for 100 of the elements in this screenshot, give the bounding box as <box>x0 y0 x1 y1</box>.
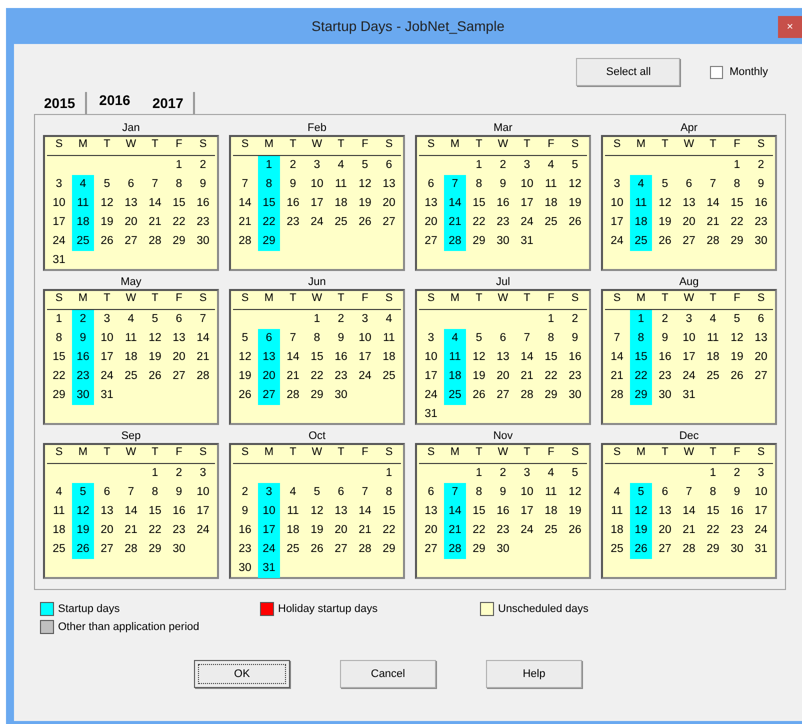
day-cell[interactable]: 2 <box>564 310 586 329</box>
day-cell[interactable]: 5 <box>630 483 652 502</box>
day-cell[interactable]: 11 <box>540 483 562 502</box>
day-cell[interactable]: 21 <box>234 213 256 232</box>
day-cell[interactable]: 9 <box>192 175 214 194</box>
day-cell[interactable]: 30 <box>750 232 772 251</box>
day-cell[interactable]: 15 <box>630 348 652 367</box>
day-cell[interactable]: 26 <box>726 367 748 386</box>
day-cell[interactable]: 3 <box>750 464 772 483</box>
day-cell[interactable]: 9 <box>492 483 514 502</box>
day-cell[interactable]: 27 <box>678 232 700 251</box>
day-cell[interactable]: 16 <box>726 502 748 521</box>
day-cell[interactable]: 9 <box>282 175 304 194</box>
day-cell[interactable]: 9 <box>492 175 514 194</box>
day-cell[interactable]: 26 <box>96 232 118 251</box>
day-cell[interactable]: 26 <box>564 521 586 540</box>
day-cell[interactable]: 31 <box>420 405 442 424</box>
day-cell[interactable]: 28 <box>192 367 214 386</box>
dialog-button[interactable]: OK <box>194 660 290 688</box>
day-cell[interactable]: 28 <box>120 540 142 559</box>
day-cell[interactable]: 29 <box>726 232 748 251</box>
day-cell[interactable]: 3 <box>420 329 442 348</box>
monthly-checkbox[interactable] <box>710 66 724 78</box>
day-cell[interactable]: 14 <box>144 194 166 213</box>
day-cell[interactable]: 15 <box>258 194 280 213</box>
day-cell[interactable]: 21 <box>444 521 466 540</box>
day-cell[interactable]: 15 <box>306 348 328 367</box>
day-cell[interactable]: 26 <box>354 213 376 232</box>
day-cell[interactable]: 15 <box>468 502 490 521</box>
day-cell[interactable]: 4 <box>540 464 562 483</box>
day-cell[interactable]: 8 <box>258 175 280 194</box>
day-cell[interactable]: 2 <box>234 483 256 502</box>
day-cell[interactable]: 8 <box>630 329 652 348</box>
day-cell[interactable]: 15 <box>378 502 400 521</box>
day-cell[interactable]: 26 <box>72 540 94 559</box>
day-cell[interactable]: 1 <box>48 310 70 329</box>
day-cell[interactable]: 9 <box>234 502 256 521</box>
day-cell[interactable]: 16 <box>492 502 514 521</box>
day-cell[interactable]: 2 <box>750 156 772 175</box>
day-cell[interactable]: 14 <box>606 348 628 367</box>
day-cell[interactable]: 14 <box>234 194 256 213</box>
day-cell[interactable]: 14 <box>444 502 466 521</box>
day-cell[interactable]: 27 <box>654 540 676 559</box>
day-cell[interactable]: 29 <box>702 540 724 559</box>
day-cell[interactable]: 3 <box>516 156 538 175</box>
day-cell[interactable]: 24 <box>354 367 376 386</box>
day-cell[interactable]: 4 <box>378 310 400 329</box>
day-cell[interactable]: 26 <box>654 232 676 251</box>
day-cell[interactable]: 5 <box>468 329 490 348</box>
day-cell[interactable]: 24 <box>48 232 70 251</box>
day-cell[interactable]: 22 <box>48 367 70 386</box>
day-cell[interactable]: 2 <box>168 464 190 483</box>
day-cell[interactable]: 10 <box>48 194 70 213</box>
day-cell[interactable]: 3 <box>354 310 376 329</box>
day-cell[interactable]: 22 <box>468 213 490 232</box>
day-cell[interactable]: 7 <box>234 175 256 194</box>
day-cell[interactable]: 5 <box>96 175 118 194</box>
day-cell[interactable]: 8 <box>144 483 166 502</box>
day-cell[interactable]: 9 <box>72 329 94 348</box>
day-cell[interactable]: 13 <box>258 348 280 367</box>
day-cell[interactable]: 8 <box>726 175 748 194</box>
day-cell[interactable]: 29 <box>258 232 280 251</box>
day-cell[interactable]: 27 <box>378 213 400 232</box>
day-cell[interactable]: 9 <box>654 329 676 348</box>
day-cell[interactable]: 20 <box>492 367 514 386</box>
day-cell[interactable]: 26 <box>564 213 586 232</box>
day-cell[interactable]: 20 <box>330 521 352 540</box>
day-cell[interactable]: 17 <box>354 348 376 367</box>
day-cell[interactable]: 4 <box>444 329 466 348</box>
day-cell[interactable]: 29 <box>168 232 190 251</box>
day-cell[interactable]: 4 <box>630 175 652 194</box>
day-cell[interactable]: 6 <box>420 175 442 194</box>
day-cell[interactable]: 17 <box>420 367 442 386</box>
day-cell[interactable]: 22 <box>378 521 400 540</box>
day-cell[interactable]: 24 <box>750 521 772 540</box>
day-cell[interactable]: 26 <box>306 540 328 559</box>
day-cell[interactable]: 3 <box>48 175 70 194</box>
day-cell[interactable]: 19 <box>234 367 256 386</box>
day-cell[interactable]: 11 <box>630 194 652 213</box>
day-cell[interactable]: 19 <box>726 348 748 367</box>
day-cell[interactable]: 7 <box>678 483 700 502</box>
day-cell[interactable]: 8 <box>48 329 70 348</box>
day-cell[interactable]: 13 <box>750 329 772 348</box>
day-cell[interactable]: 6 <box>330 483 352 502</box>
day-cell[interactable]: 5 <box>144 310 166 329</box>
day-cell[interactable]: 5 <box>72 483 94 502</box>
day-cell[interactable]: 12 <box>72 502 94 521</box>
day-cell[interactable]: 13 <box>168 329 190 348</box>
day-cell[interactable]: 18 <box>330 194 352 213</box>
day-cell[interactable]: 14 <box>192 329 214 348</box>
day-cell[interactable]: 6 <box>678 175 700 194</box>
day-cell[interactable]: 24 <box>192 521 214 540</box>
day-cell[interactable]: 18 <box>378 348 400 367</box>
day-cell[interactable]: 2 <box>72 310 94 329</box>
day-cell[interactable]: 23 <box>750 213 772 232</box>
day-cell[interactable]: 21 <box>192 348 214 367</box>
day-cell[interactable]: 11 <box>120 329 142 348</box>
day-cell[interactable]: 18 <box>540 194 562 213</box>
day-cell[interactable]: 5 <box>354 156 376 175</box>
day-cell[interactable]: 19 <box>564 194 586 213</box>
